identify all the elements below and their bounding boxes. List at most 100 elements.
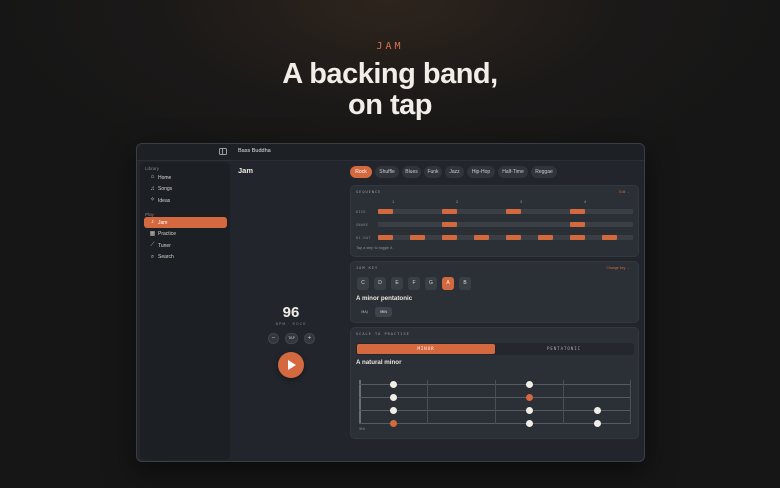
fretboard <box>359 380 631 427</box>
key-button-d[interactable]: D <box>374 277 386 290</box>
sidebar-item-label: Jam <box>158 219 168 226</box>
jam-panel: Jam 96 BPM · ROCK − TAP + <box>231 162 343 461</box>
fretboard-fret <box>630 380 631 424</box>
sidebar-item-songs[interactable]: ♫ Songs <box>144 184 227 195</box>
key-button-b[interactable]: B <box>459 277 471 290</box>
sidebar-item-label: Practice <box>158 231 177 237</box>
bpm-label: BPM · ROCK <box>275 322 307 326</box>
sequencer-edit-link[interactable]: Edit → <box>619 190 630 194</box>
change-key-link[interactable]: Change key → <box>606 266 630 270</box>
scale-option-pentatonic[interactable]: PENTATONIC <box>495 344 633 354</box>
scale-note-dot <box>525 406 533 414</box>
jam-icon: ♪ <box>151 219 154 225</box>
play-button[interactable] <box>278 352 304 378</box>
music-icon: ♫ <box>150 185 155 192</box>
sequencer-title: SEQUENCE <box>356 190 382 194</box>
tuner-icon: ⟋ <box>150 242 155 248</box>
tempo-increase-button[interactable]: + <box>304 333 315 344</box>
sequencer-track[interactable] <box>378 235 633 240</box>
sequencer-step[interactable] <box>538 235 553 240</box>
style-chip-rock[interactable]: Rock <box>350 166 372 178</box>
style-chip-blues[interactable]: Blues <box>402 166 421 178</box>
sidebar-item-practice[interactable]: ▦ Practice <box>144 229 227 240</box>
key-button-g[interactable]: G <box>425 277 437 290</box>
hero-title: A backing band, on tap <box>0 59 780 121</box>
beat-number: 1 <box>392 200 395 204</box>
sequencer-step[interactable] <box>378 235 393 240</box>
jam-key-title: JAM KEY <box>356 266 379 270</box>
search-icon: ⌕ <box>150 253 155 260</box>
mode-min[interactable]: MIN <box>375 307 392 317</box>
sidebar-toggle-icon[interactable] <box>219 148 227 155</box>
scale-note-dot <box>389 406 397 414</box>
sidebar-item-ideas[interactable]: ✧ Ideas <box>144 195 227 206</box>
sequencer-step[interactable] <box>378 209 393 214</box>
sequencer-step[interactable] <box>442 222 457 227</box>
tap-tempo-button[interactable]: TAP <box>285 333 298 344</box>
sequencer-step[interactable] <box>570 222 585 227</box>
style-chip-half-time[interactable]: Half-Time <box>498 166 528 178</box>
sidebar: Library ⌂ Home ♫ Songs ✧ Ideas Play ♪ Jam ▦ Prac… <box>140 162 230 460</box>
key-button-f[interactable]: F <box>408 277 420 290</box>
scale-note-dot <box>525 380 533 388</box>
hero-title-line1: A backing band, <box>282 58 498 90</box>
key-button-c[interactable]: C <box>357 277 369 290</box>
sequencer-track[interactable] <box>378 222 633 227</box>
sequencer-step[interactable] <box>506 235 521 240</box>
fretboard-fret <box>495 380 496 424</box>
scale-practise-title: SCALE TO PRACTISE <box>356 332 410 336</box>
fret-position-label: 5th <box>359 427 365 431</box>
bpm-value: 96 <box>282 304 300 321</box>
home-icon: ⌂ <box>150 174 155 180</box>
sequencer-step[interactable] <box>442 235 457 240</box>
sequencer-step[interactable] <box>602 235 617 240</box>
scale-note-dot <box>593 406 601 414</box>
style-chip-reggae[interactable]: Reggae <box>531 166 557 178</box>
mode-maj[interactable]: MAJ <box>356 307 373 317</box>
sidebar-item-label: Home <box>158 174 172 181</box>
scale-note-dot <box>593 419 601 427</box>
sequencer-step[interactable] <box>570 235 585 240</box>
jam-key-scale-name: A minor pentatonic <box>356 295 413 302</box>
hero-title-line2: on tap <box>348 89 433 121</box>
sequencer-track[interactable] <box>378 209 633 214</box>
sidebar-item-label: Search <box>158 254 174 260</box>
sequencer-step[interactable] <box>442 209 457 214</box>
title-bar: Bass Buddha <box>137 144 644 161</box>
beat-number: 2 <box>456 200 459 204</box>
scale-note-dot <box>525 419 533 427</box>
sequencer-step[interactable] <box>570 209 585 214</box>
scale-note-dot <box>389 393 397 401</box>
beat-number: 3 <box>520 200 523 204</box>
grid-icon: ▦ <box>149 230 156 237</box>
style-chip-jazz[interactable]: Jazz <box>445 166 464 178</box>
sidebar-item-search[interactable]: ⌕ Search <box>144 252 227 263</box>
sidebar-item-tuner[interactable]: ⟋ Tuner <box>144 240 227 251</box>
app-window: Bass Buddha Library ⌂ Home ♫ Songs ✧ Ideas Pl… <box>136 143 645 462</box>
sequencer-step[interactable] <box>506 209 521 214</box>
sequencer-hint: Tap a step to toggle it. <box>356 246 394 250</box>
root-note-dot <box>389 419 397 427</box>
sequencer-row-label: KICK <box>356 209 367 214</box>
style-chip-shuffle[interactable]: Shuffle <box>375 166 399 178</box>
sequencer-step[interactable] <box>474 235 489 240</box>
fretboard-fret <box>563 380 564 424</box>
style-chip-hip-hop[interactable]: Hip-Hop <box>467 166 495 178</box>
sequencer-step[interactable] <box>410 235 425 240</box>
scale-toggle: MINOR PENTATONIC <box>356 343 634 355</box>
style-chip-funk[interactable]: Funk <box>424 166 442 178</box>
sidebar-item-jam[interactable]: ♪ Jam <box>144 217 227 228</box>
scale-practise-card: SCALE TO PRACTISE MINOR PENTATONIC A natu… <box>350 327 639 439</box>
scale-option-minor[interactable]: MINOR <box>357 344 495 354</box>
sequencer-row-label: SNARE <box>356 222 369 227</box>
lightbulb-icon: ✧ <box>149 197 156 203</box>
sidebar-section-library: Library <box>145 166 160 171</box>
sidebar-item-home[interactable]: ⌂ Home <box>144 172 227 183</box>
window-title: Bass Buddha <box>238 148 271 154</box>
tempo-decrease-button[interactable]: − <box>268 333 279 344</box>
key-button-e[interactable]: E <box>391 277 403 290</box>
beat-number: 4 <box>584 200 587 204</box>
key-button-a[interactable]: A <box>442 277 454 290</box>
sequencer-card: SEQUENCE Edit → 1 2 3 4 KICK SNARE HI-HAT Tap… <box>350 185 639 257</box>
fretboard-fret <box>427 380 428 424</box>
